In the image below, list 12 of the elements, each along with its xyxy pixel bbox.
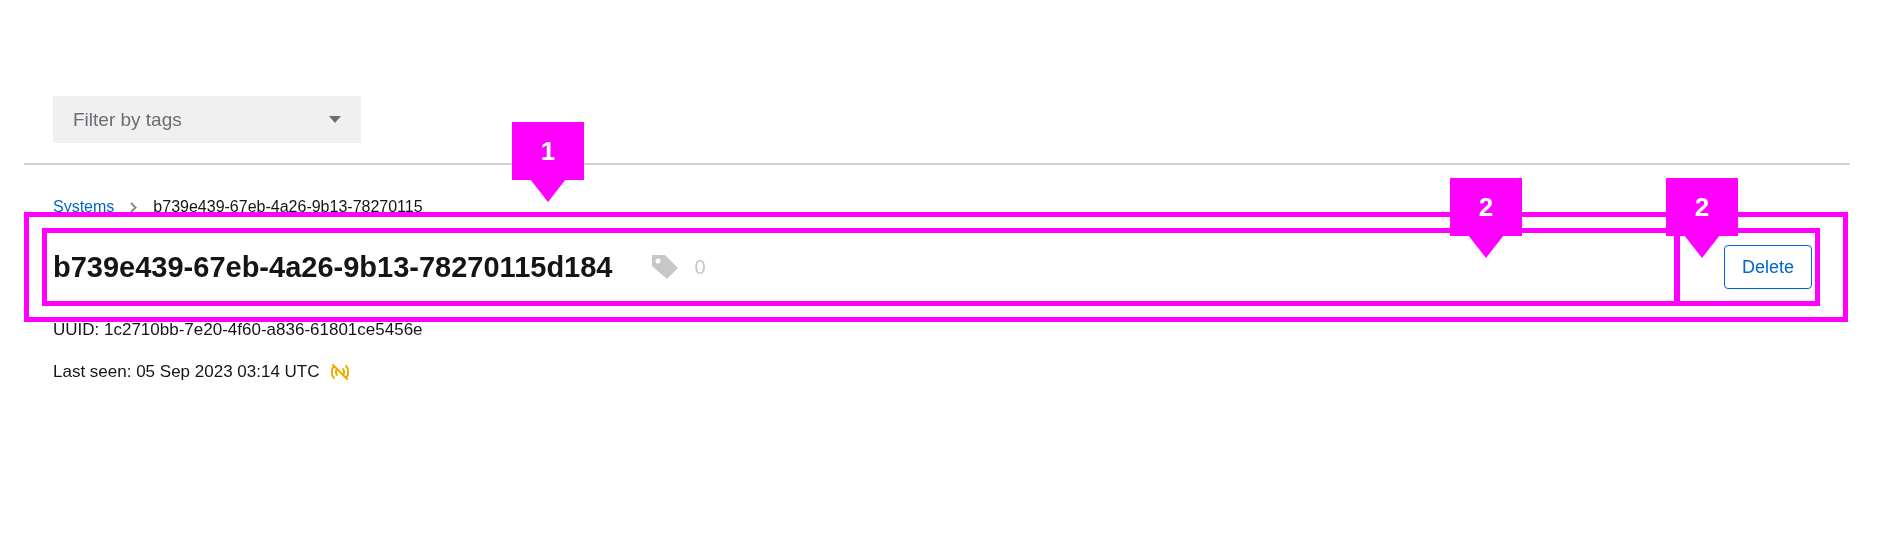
- breadcrumb-link[interactable]: Systems: [53, 198, 115, 216]
- delete-button[interactable]: Delete: [1724, 245, 1812, 289]
- filter-dropdown[interactable]: Filter by tags: [53, 96, 361, 143]
- chevron-icon: [130, 201, 138, 213]
- uuid-text: UUID: 1c2710bb-7e20-4f60-a836-61801ce5456e: [53, 320, 424, 340]
- tag-count: 0: [694, 255, 706, 279]
- last-seen-text: Last seen: 05 Sep 2023 03:14 UTC: [53, 362, 320, 382]
- system-title: b739e439-67eb-4a26-9b13-78270115d184: [53, 250, 613, 284]
- tag-icon: [650, 253, 681, 281]
- breadcrumb-current: b739e439-67eb-4a26-9b13-78270115: [153, 198, 423, 216]
- filter-placeholder: Filter by tags: [73, 108, 182, 131]
- caret-icon: [329, 116, 341, 123]
